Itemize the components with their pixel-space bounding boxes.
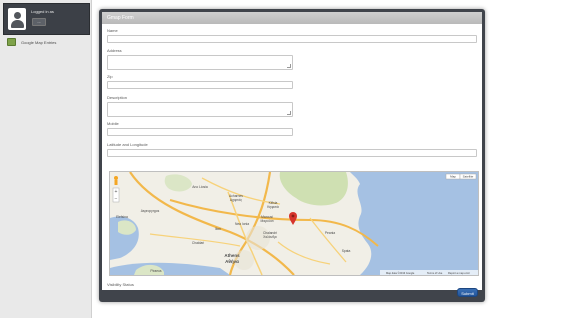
svg-text:−: − xyxy=(115,196,118,202)
gmap-form-dialog: Gmap Form Name Address Zip Description M… xyxy=(99,9,485,302)
mobile-label: Mobile xyxy=(107,121,119,126)
svg-text:Peania: Peania xyxy=(325,231,335,235)
svg-text:Nea Ionia: Nea Ionia xyxy=(235,222,249,226)
map-label-spata: Spata xyxy=(342,249,351,253)
map-label-piraeus: Piraeus xyxy=(150,269,162,273)
user-avatar-icon xyxy=(8,8,26,30)
resize-grip-icon[interactable] xyxy=(287,64,291,68)
address-label: Address xyxy=(107,48,122,53)
svg-text:Αθήνα: Αθήνα xyxy=(225,259,239,264)
form-body: Name Address Zip Description Mobile Lati… xyxy=(102,24,482,299)
map-attribution: Map data ©2013 Google xyxy=(386,271,415,275)
map-label-elefsina: Elefsina xyxy=(116,215,128,219)
svg-text:Map data ©2013 Google: Map data ©2013 Google xyxy=(386,271,415,275)
sidebar-item-label: Google Map Entries xyxy=(21,39,57,45)
dialog-footer xyxy=(102,291,482,300)
svg-text:Athens: Athens xyxy=(224,253,240,258)
map-terms-link: Terms of Use xyxy=(427,271,443,275)
map-type-satellite-label: Satellite xyxy=(463,175,474,179)
svg-text:Elefsina: Elefsina xyxy=(116,215,128,219)
map-label-acharnes-gr: Αχαρνές xyxy=(230,198,243,202)
zoom-controls[interactable]: + − xyxy=(112,187,120,203)
name-label: Name xyxy=(107,28,118,33)
logout-button[interactable]: ... xyxy=(32,18,46,26)
logged-in-label: Logged in as xyxy=(31,9,54,14)
map-report-link: Report a map error xyxy=(448,271,470,275)
map-label-athens: Athens xyxy=(224,253,240,258)
mobile-input[interactable] xyxy=(107,128,293,136)
address-textarea[interactable] xyxy=(107,55,293,70)
map-label-nea-ionia: Nea Ionia xyxy=(235,222,249,226)
map-label-ano-liosia: Ano Liosia xyxy=(192,185,208,189)
latlng-input[interactable] xyxy=(107,149,477,157)
map-entries-icon xyxy=(7,38,16,46)
map-label-chalandri-gr: Χαλάνδρι xyxy=(263,235,277,239)
description-label: Description xyxy=(107,95,128,100)
svg-text:Report a map error: Report a map error xyxy=(448,271,470,275)
map-type-map-label: Map xyxy=(450,175,456,179)
submit-button[interactable]: Submit xyxy=(457,288,478,297)
svg-text:Piraeus: Piraeus xyxy=(150,269,162,273)
map-label-chaidari: Chaidari xyxy=(192,241,205,245)
svg-text:Ilion: Ilion xyxy=(215,227,221,231)
svg-text:Aspropyrgos: Aspropyrgos xyxy=(141,209,160,213)
pegman-icon[interactable] xyxy=(114,176,118,185)
latlng-label: Latitude and Longitude xyxy=(107,142,148,147)
map-label-ilion: Ilion xyxy=(215,227,221,231)
svg-text:Χαλάνδρι: Χαλάνδρι xyxy=(263,235,277,239)
svg-text:Terms of Use: Terms of Use xyxy=(427,271,443,275)
svg-text:Μαρούσι: Μαρούσι xyxy=(261,219,274,223)
map-canvas: Acharnes Αχαρνές Kifisia Κηφισιά Marousi… xyxy=(110,172,478,275)
svg-text:Spata: Spata xyxy=(342,249,351,253)
map-label-kifisia-gr: Κηφισιά xyxy=(267,205,279,209)
svg-text:Satellite: Satellite xyxy=(463,175,474,179)
map-label-peania: Peania xyxy=(325,231,335,235)
svg-text:Chaidari: Chaidari xyxy=(192,241,205,245)
map-label-marousi-gr: Μαρούσι xyxy=(261,219,274,223)
svg-text:Αχαρνές: Αχαρνές xyxy=(230,198,243,202)
svg-text:Map: Map xyxy=(450,175,456,179)
dialog-header: Gmap Form xyxy=(102,12,482,24)
map-label-athens-gr: Αθήνα xyxy=(225,259,239,264)
svg-text:+: + xyxy=(115,189,118,195)
visibility-label: Visibility Status xyxy=(107,282,134,287)
svg-text:Ano Liosia: Ano Liosia xyxy=(192,185,208,189)
name-input[interactable] xyxy=(107,35,477,43)
dialog-title: Gmap Form xyxy=(107,15,134,21)
description-textarea[interactable] xyxy=(107,102,293,117)
sidebar: Logged in as ... Google Map Entries xyxy=(0,0,92,318)
resize-grip-icon[interactable] xyxy=(287,111,291,115)
svg-text:Κηφισιά: Κηφισιά xyxy=(267,205,279,209)
sidebar-item-google-map-entries[interactable]: Google Map Entries xyxy=(5,37,89,47)
user-panel: Logged in as ... xyxy=(3,3,90,35)
zip-input[interactable] xyxy=(107,81,293,89)
map-label-aspropyrgos: Aspropyrgos xyxy=(141,209,160,213)
zip-label: Zip xyxy=(107,74,113,79)
map-view[interactable]: Acharnes Αχαρνές Kifisia Κηφισιά Marousi… xyxy=(109,171,479,276)
